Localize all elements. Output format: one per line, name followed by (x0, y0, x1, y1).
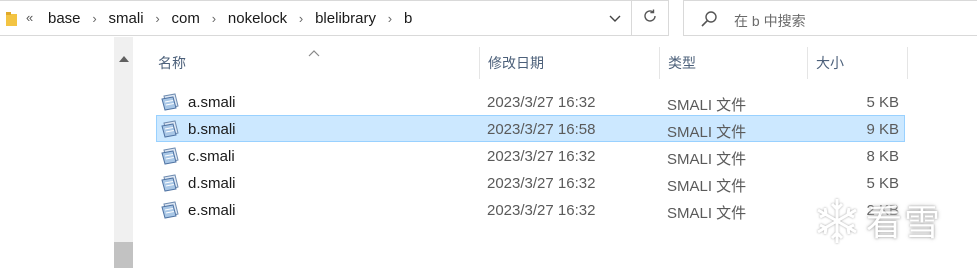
column-header-type[interactable]: 类型 (660, 47, 808, 79)
file-size: 5 KB (866, 94, 899, 111)
file-name: d.smali (188, 175, 236, 192)
breadcrumb-item-smali[interactable]: smali (109, 10, 144, 27)
search-box[interactable]: 在 b 中搜索 (683, 0, 977, 36)
smali-file-icon (161, 120, 181, 138)
file-modified-date: 2023/3/27 16:32 (487, 175, 596, 192)
file-row[interactable]: c.smali 2023/3/27 16:32 SMALI 文件 8 KB (156, 142, 905, 169)
refresh-icon (642, 8, 658, 29)
file-modified-date: 2023/3/27 16:32 (487, 148, 596, 165)
column-header-size[interactable]: 大小 (808, 47, 908, 79)
breadcrumb-item-base[interactable]: base (48, 10, 81, 27)
breadcrumb-separator-icon[interactable]: › (376, 11, 404, 26)
breadcrumb-item-nokelock[interactable]: nokelock (228, 10, 287, 27)
column-header-date-label: 修改日期 (488, 55, 544, 71)
breadcrumb-item-blelibrary[interactable]: blelibrary (315, 10, 376, 27)
column-header-date[interactable]: 修改日期 (480, 47, 660, 79)
file-modified-date: 2023/3/27 16:32 (487, 94, 596, 111)
snowflake-icon (810, 194, 864, 253)
file-type: SMALI 文件 (667, 97, 747, 114)
watermark: 看雪 (808, 188, 968, 254)
breadcrumb-separator-icon[interactable]: › (144, 11, 172, 26)
breadcrumb: base › smali › com › nokelock › blelibrary › b (48, 10, 412, 27)
navigation-scrollbar[interactable] (114, 37, 133, 268)
file-row[interactable]: e.smali 2023/3/27 16:32 SMALI 文件 2 KB (156, 196, 905, 223)
file-type: SMALI 文件 (667, 124, 747, 141)
chevron-down-icon (609, 10, 621, 28)
file-row[interactable]: a.smali 2023/3/27 16:32 SMALI 文件 5 KB (156, 88, 905, 115)
breadcrumb-separator-icon[interactable]: › (287, 11, 315, 26)
watermark-text: 看雪 (866, 203, 943, 244)
file-type: SMALI 文件 (667, 151, 747, 168)
breadcrumb-overflow-button[interactable]: « (26, 10, 33, 25)
navigation-pane (0, 37, 114, 268)
smali-file-icon (161, 93, 181, 111)
scroll-up-button[interactable] (114, 51, 133, 65)
chevron-up-icon (118, 49, 129, 67)
sort-ascending-icon (308, 44, 320, 60)
column-header-row: 名称 修改日期 类型 大小 (150, 47, 910, 79)
file-size: 8 KB (866, 148, 899, 165)
file-modified-date: 2023/3/27 16:58 (487, 121, 596, 138)
top-toolbar: « base › smali › com › nokelock › blelibrary › b 在… (0, 0, 977, 37)
breadcrumb-item-b[interactable]: b (404, 10, 412, 27)
smali-file-icon (161, 201, 181, 219)
column-header-name[interactable]: 名称 (150, 47, 480, 79)
file-row[interactable]: b.smali 2023/3/27 16:58 SMALI 文件 9 KB (156, 115, 905, 142)
folder-icon (6, 12, 18, 26)
search-icon (700, 10, 718, 28)
search-input[interactable]: 在 b 中搜索 (734, 11, 806, 31)
breadcrumb-item-com[interactable]: com (172, 10, 200, 27)
file-name: c.smali (188, 148, 235, 165)
column-header-size-label: 大小 (816, 55, 844, 71)
breadcrumb-separator-icon[interactable]: › (81, 11, 109, 26)
column-header-type-label: 类型 (668, 55, 696, 71)
address-history-dropdown[interactable] (598, 1, 632, 37)
address-bar[interactable]: « base › smali › com › nokelock › blelibrary › b (0, 0, 632, 36)
file-name: a.smali (188, 94, 236, 111)
file-list: a.smali 2023/3/27 16:32 SMALI 文件 5 KB b.smal… (156, 88, 905, 223)
breadcrumb-separator-icon[interactable]: › (200, 11, 228, 26)
smali-file-icon (161, 147, 181, 165)
column-header-name-label: 名称 (158, 55, 186, 71)
refresh-button[interactable] (632, 0, 669, 36)
file-type: SMALI 文件 (667, 205, 747, 222)
file-modified-date: 2023/3/27 16:32 (487, 202, 596, 219)
file-type: SMALI 文件 (667, 178, 747, 195)
scrollbar-thumb[interactable] (114, 242, 133, 268)
file-name: e.smali (188, 202, 236, 219)
file-name: b.smali (188, 121, 236, 138)
file-size: 9 KB (866, 121, 899, 138)
file-row[interactable]: d.smali 2023/3/27 16:32 SMALI 文件 5 KB (156, 169, 905, 196)
smali-file-icon (161, 174, 181, 192)
